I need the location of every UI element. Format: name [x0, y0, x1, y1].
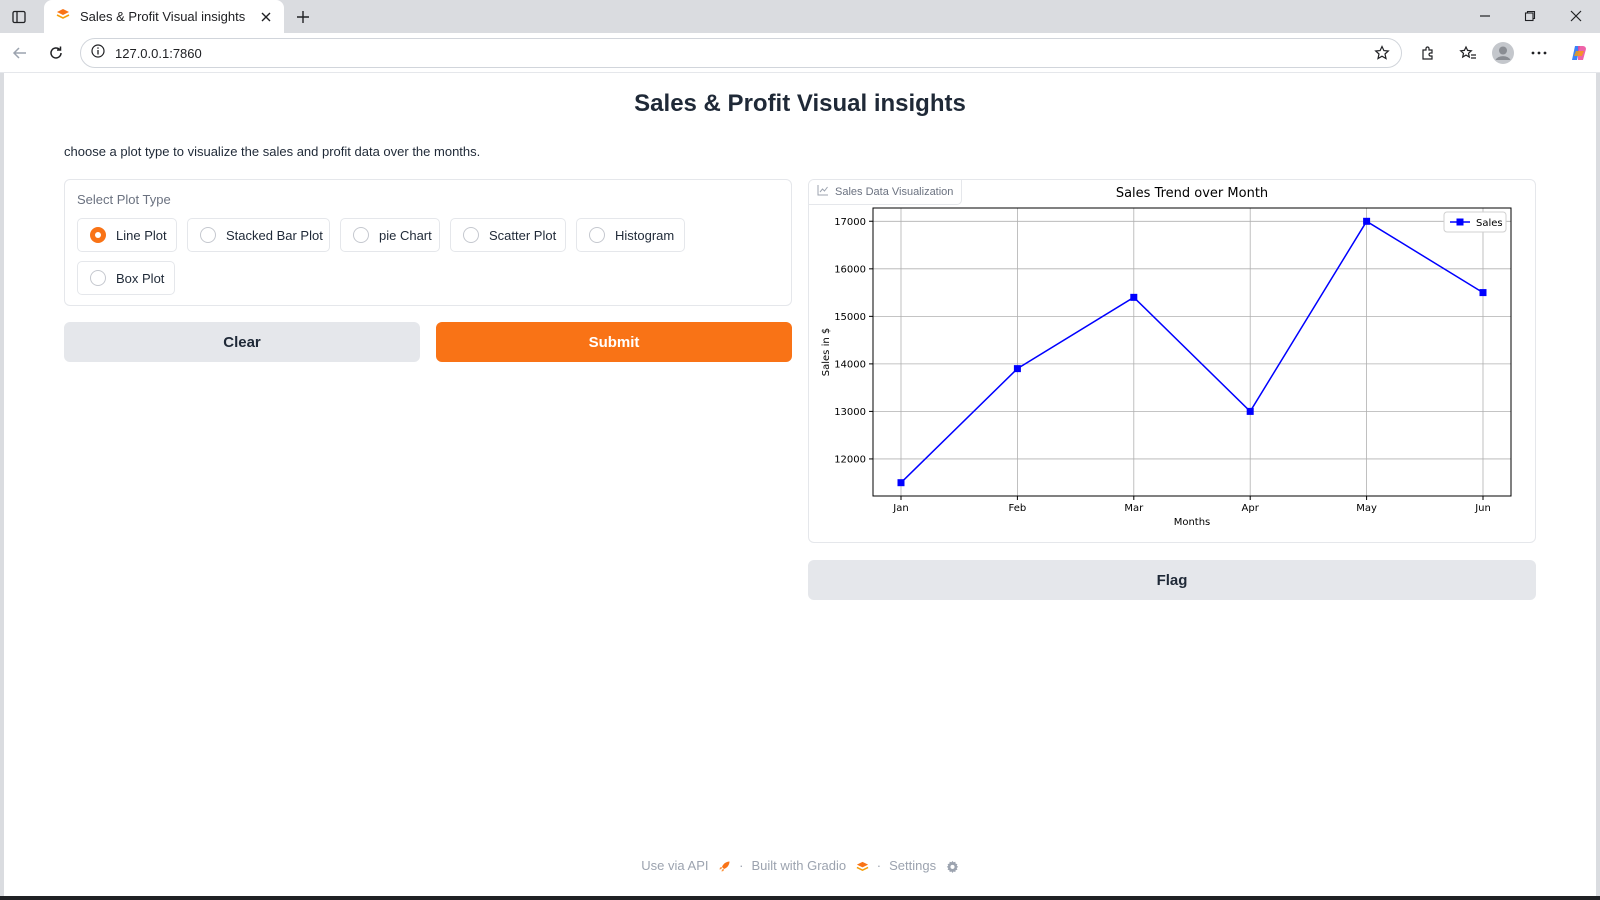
copilot-icon[interactable] — [1567, 41, 1591, 65]
radio-option-histogram[interactable]: Histogram — [576, 218, 685, 252]
window-frame-left — [0, 73, 4, 900]
x-tick-label: Jan — [892, 503, 908, 514]
tab-close-icon[interactable] — [258, 9, 274, 25]
settings-text: Settings — [889, 858, 937, 873]
browser-tab-strip: Sales & Profit Visual insights — [0, 0, 1600, 33]
browser-tab[interactable]: Sales & Profit Visual insights — [44, 0, 284, 33]
built-with-gradio-link[interactable]: Built with Gradio — [751, 858, 869, 873]
built-with-gradio-text: Built with Gradio — [751, 858, 847, 873]
data-point-marker — [1479, 289, 1487, 297]
legend-label: Sales — [1476, 218, 1503, 229]
gradio-favicon-icon — [56, 7, 70, 26]
reload-icon[interactable] — [44, 41, 68, 65]
radio-option-stacked-bar-plot[interactable]: Stacked Bar Plot — [187, 218, 330, 252]
gear-icon — [946, 860, 959, 874]
radio-button[interactable] — [353, 227, 369, 243]
new-tab-icon[interactable] — [292, 6, 314, 28]
site-info-icon[interactable] — [91, 43, 105, 63]
radio-button[interactable] — [200, 227, 216, 243]
clear-button[interactable]: Clear — [64, 322, 420, 362]
data-point-marker — [1363, 217, 1371, 225]
page-description: choose a plot type to visualize the sale… — [64, 144, 481, 159]
radio-option-label: Line Plot — [116, 227, 167, 243]
footer-separator: · — [876, 858, 882, 874]
taskbar-edge — [0, 896, 1600, 900]
use-via-api-text: Use via API — [641, 858, 709, 873]
more-options-icon[interactable] — [1527, 41, 1551, 65]
data-point-marker — [1013, 365, 1021, 373]
radio-button-selected[interactable] — [90, 227, 106, 243]
radio-button[interactable] — [90, 270, 106, 286]
y-tick-label: 14000 — [834, 359, 866, 370]
tab-title: Sales & Profit Visual insights — [80, 9, 246, 24]
address-bar[interactable]: 127.0.0.1:7860 — [80, 38, 1402, 68]
chart-title: Sales Trend over Month — [1116, 186, 1268, 201]
radio-option-label: pie Chart — [379, 227, 432, 243]
window-frame-right — [1596, 73, 1600, 900]
footer-separator: · — [739, 858, 744, 874]
address-toolbar: 127.0.0.1:7860 — [0, 33, 1600, 73]
y-tick-label: 16000 — [834, 264, 866, 275]
sales-line-chart: Sales Trend over Month 12000 13000 14000 15… — [821, 186, 1512, 528]
plot-output-label: Sales Data Visualization — [809, 180, 963, 205]
radio-option-scatter-plot[interactable]: Scatter Plot — [450, 218, 566, 252]
restore-icon[interactable] — [1517, 4, 1543, 28]
x-tick-label: Jun — [1474, 503, 1491, 514]
chart-series — [897, 217, 1487, 487]
y-tick-label: 17000 — [834, 217, 866, 228]
tab-actions-icon[interactable] — [8, 6, 30, 28]
x-tick-label: Apr — [1242, 503, 1260, 514]
plot-output-panel: Sales Data Visualization Sales Trend ove… — [808, 179, 1536, 543]
settings-link[interactable]: Settings — [889, 858, 959, 874]
radio-option-label: Stacked Bar Plot — [226, 227, 323, 243]
plot-type-radio-group: Select Plot Type Line Plot Stacked Bar P… — [64, 179, 792, 306]
minimize-icon[interactable] — [1472, 4, 1498, 28]
chart-icon — [817, 183, 829, 201]
rocket-icon — [718, 860, 731, 873]
footer: Use via API · Built with Gradio · Settin… — [4, 858, 1596, 874]
data-point-marker — [897, 479, 905, 487]
extensions-icon[interactable] — [1416, 41, 1440, 65]
page-title: Sales & Profit Visual insights — [634, 90, 966, 117]
plot-output-label-text: Sales Data Visualization — [835, 186, 954, 198]
radio-button[interactable] — [463, 227, 479, 243]
data-point-marker — [1246, 407, 1254, 415]
plot-type-label: Select Plot Type — [77, 192, 171, 207]
submit-button[interactable]: Submit — [436, 322, 792, 362]
series-line-sales — [900, 220, 1484, 484]
y-axis-label: Sales in $ — [821, 328, 832, 376]
chart-legend: Sales — [1443, 211, 1507, 233]
x-tick-label: Mar — [1124, 503, 1144, 514]
data-point-marker — [1130, 293, 1138, 301]
x-tick-label: Feb — [1009, 503, 1027, 514]
radio-option-box-plot[interactable]: Box Plot — [77, 261, 175, 295]
y-axis: 12000 13000 14000 15000 16000 17000 — [834, 217, 873, 465]
x-axis: Jan Feb Mar Apr May Jun — [892, 496, 1491, 514]
gradio-logo-icon — [856, 860, 869, 873]
y-tick-label: 15000 — [834, 312, 866, 323]
favorites-icon[interactable] — [1456, 41, 1480, 65]
use-via-api-link[interactable]: Use via API — [641, 858, 731, 873]
x-tick-label: May — [1356, 503, 1377, 514]
y-tick-label: 13000 — [834, 407, 866, 418]
close-window-icon[interactable] — [1563, 4, 1589, 28]
radio-option-pie-chart[interactable]: pie Chart — [340, 218, 440, 252]
radio-option-label: Histogram — [615, 227, 675, 243]
y-tick-label: 12000 — [834, 454, 866, 465]
profile-avatar-icon[interactable] — [1491, 41, 1515, 65]
flag-button[interactable]: Flag — [808, 560, 1536, 600]
legend-marker — [1456, 218, 1464, 226]
x-axis-label: Months — [1174, 517, 1211, 528]
radio-option-label: Box Plot — [116, 270, 165, 286]
radio-option-line-plot[interactable]: Line Plot — [77, 218, 177, 252]
url-text: 127.0.0.1:7860 — [115, 45, 202, 61]
radio-button[interactable] — [589, 227, 605, 243]
radio-option-label: Scatter Plot — [489, 227, 557, 243]
bookmark-star-icon[interactable] — [1371, 42, 1393, 64]
back-icon[interactable] — [8, 41, 32, 65]
